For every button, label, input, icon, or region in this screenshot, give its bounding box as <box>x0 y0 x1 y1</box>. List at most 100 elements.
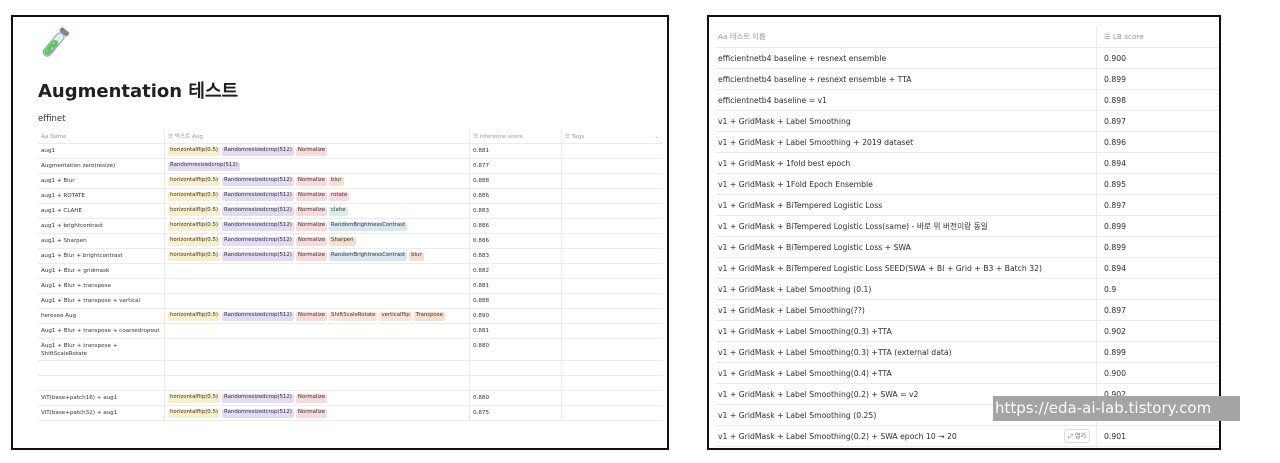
table-row[interactable]: Augmentation zero(resize) Randomresizedcr… <box>38 159 663 174</box>
row-lb-score[interactable]: 0.895 <box>1097 180 1126 189</box>
row-tags[interactable] <box>562 189 663 203</box>
row-test-name-cell[interactable]: v1 + GridMask + BiTempered Logistic Loss… <box>715 258 1097 278</box>
table-row[interactable]: Aug1 + Blur + transpose + vertical 0.888 <box>38 294 663 309</box>
row-aug-tags[interactable] <box>165 324 470 338</box>
row-lb-score[interactable]: 0.899 <box>1097 75 1126 84</box>
row-tags[interactable] <box>562 324 663 338</box>
row-tags[interactable] <box>562 279 663 293</box>
row-lb-score[interactable]: 0.899 <box>1097 243 1126 252</box>
col-header-tags[interactable]: ☰ Tags ⌄ <box>562 130 663 143</box>
row-aug-tags[interactable] <box>165 264 470 278</box>
row-aug-tags[interactable]: horizontalflip(0.5) Randomresizedcrop(512… <box>165 406 470 420</box>
row-lb-score[interactable]: 0.897 <box>1097 306 1126 315</box>
table-row[interactable]: v1 + GridMask + Label Smoothing 0.897 <box>715 111 1219 132</box>
row-name[interactable]: ViT(base+patch32) + aug1 <box>38 406 165 420</box>
row-name[interactable]: ViT(base+patch16) + aug1 <box>38 391 165 405</box>
row-aug-tags[interactable]: horizontalflip(0.5) Randomresizedcrop(512… <box>165 144 470 158</box>
row-inference-score[interactable]: 0.883 <box>470 249 562 263</box>
row-name[interactable]: aug1 <box>38 144 165 158</box>
row-inference-score[interactable]: 0.890 <box>470 309 562 323</box>
table-row[interactable]: aug1 + Sharpen horizontalflip(0.5) Randomr… <box>38 234 663 249</box>
table-row[interactable]: aug1 + brightcontrast horizontalflip(0.5)… <box>38 219 663 234</box>
row-aug-tags[interactable] <box>165 279 470 293</box>
table-row[interactable]: Aug1 + Blur + transpose + ShiftScaleRota… <box>38 339 663 361</box>
row-tags[interactable] <box>562 174 663 188</box>
table-row[interactable]: v1 + GridMask + Label Smoothing(0.2) + S… <box>715 426 1219 447</box>
row-test-name-cell[interactable]: efficientnetb4 baseline = v1 <box>715 90 1097 110</box>
col-header-aug[interactable]: ☰ 텍스트 Aug <box>165 130 470 143</box>
row-name[interactable]: aug1 + Sharpen <box>38 234 165 248</box>
row-tags[interactable] <box>562 249 663 263</box>
table-row[interactable]: v1 + GridMask + 1Fold Epoch Ensemble 0.89… <box>715 174 1219 195</box>
open-button[interactable]: ⤢ 열기 <box>1064 429 1090 443</box>
row-test-name-cell[interactable]: efficientnetb4 baseline + resnext ensemb… <box>715 69 1097 89</box>
table-row[interactable]: v1 + GridMask + 1fold best epoch 0.894 <box>715 153 1219 174</box>
row-aug-tags[interactable]: horizontalflip(0.5) Randomresizedcrop(512… <box>165 189 470 203</box>
table-row[interactable] <box>38 361 663 376</box>
table-row[interactable]: v1 + GridMask + Label Smoothing (0.1) 0.9 <box>715 279 1219 300</box>
table-row[interactable]: aug1 + ROTATE horizontalflip(0.5) Randomre… <box>38 189 663 204</box>
row-inference-score[interactable]: 0.880 <box>470 391 562 405</box>
row-tags[interactable] <box>562 294 663 308</box>
row-name[interactable]: aug1 + brightcontrast <box>38 219 165 233</box>
row-name[interactable]: aug1 + Blur + brightcontrast <box>38 249 165 263</box>
row-name[interactable]: aug1 + ROTATE <box>38 189 165 203</box>
row-aug-tags[interactable]: horizontalflip(0.5) Randomresizedcrop(512… <box>165 309 470 323</box>
row-inference-score[interactable]: 0.881 <box>470 144 562 158</box>
row-inference-score[interactable]: 0.888 <box>470 174 562 188</box>
row-name[interactable] <box>38 376 165 390</box>
col-header-lb-score[interactable]: ☰ LB score <box>1097 32 1144 41</box>
row-name[interactable]: heroseo Aug <box>38 309 165 323</box>
row-test-name-cell[interactable]: v1 + GridMask + Label Smoothing(0.2) + S… <box>715 426 1097 446</box>
row-inference-score[interactable]: 0.886 <box>470 234 562 248</box>
table-row[interactable]: v1 + GridMask + Label Smoothing(0.3) +TT… <box>715 321 1219 342</box>
row-name[interactable]: Aug1 + Blur + transpose + ShiftScaleRota… <box>38 339 165 360</box>
row-inference-score[interactable]: 0.881 <box>470 324 562 338</box>
chevron-down-icon[interactable]: ⌄ <box>654 133 659 141</box>
row-lb-score[interactable]: 0.900 <box>1097 369 1126 378</box>
row-tags[interactable] <box>562 144 663 158</box>
row-test-name-cell[interactable]: v1 + GridMask + 1fold best epoch <box>715 153 1097 173</box>
database-view-title[interactable]: effinet <box>38 114 65 124</box>
table-row[interactable]: heroseo Aug horizontalflip(0.5) Randomresi… <box>38 309 663 324</box>
col-header-name[interactable]: Aa Name <box>38 130 165 143</box>
row-lb-score[interactable]: 0.898 <box>1097 96 1126 105</box>
table-row[interactable]: v1 + GridMask + Label Smoothing(0.3) +TT… <box>715 342 1219 363</box>
row-lb-score[interactable]: 0.897 <box>1097 117 1126 126</box>
row-name[interactable]: Aug1 + Blur + gridmask <box>38 264 165 278</box>
row-tags[interactable] <box>562 219 663 233</box>
row-aug-tags[interactable] <box>165 361 470 375</box>
table-row[interactable]: efficientnetb4 baseline + resnext ensemb… <box>715 48 1219 69</box>
table-row[interactable]: v1 + GridMask + BiTempered Logistic Loss… <box>715 258 1219 279</box>
row-lb-score[interactable]: 0.902 <box>1097 327 1126 336</box>
row-lb-score[interactable]: 0.9 <box>1097 285 1116 294</box>
row-aug-tags[interactable]: horizontalflip(0.5) Randomresizedcrop(512… <box>165 234 470 248</box>
table-row[interactable]: v1 + GridMask + Label Smoothing + 2019 d… <box>715 132 1219 153</box>
row-test-name-cell[interactable]: v1 + GridMask + Label Smoothing <box>715 111 1097 131</box>
row-lb-score[interactable]: 0.897 <box>1097 201 1126 210</box>
row-name[interactable]: Aug1 + Blur + transpose + coarsedropout <box>38 324 165 338</box>
row-test-name-cell[interactable]: efficientnetb4 baseline + resnext ensemb… <box>715 48 1097 68</box>
table-row[interactable]: v1 + GridMask + BiTempered Logistic Loss… <box>715 216 1219 237</box>
row-tags[interactable] <box>562 234 663 248</box>
row-inference-score[interactable]: 0.883 <box>470 204 562 218</box>
row-inference-score[interactable]: 0.877 <box>470 159 562 173</box>
row-tags[interactable] <box>562 376 663 390</box>
row-inference-score[interactable]: 0.875 <box>470 406 562 420</box>
table-row[interactable]: aug1 horizontalflip(0.5) Randomresizedcrop… <box>38 144 663 159</box>
row-aug-tags[interactable]: horizontalflip(0.5) Randomresizedcrop(512… <box>165 391 470 405</box>
row-name[interactable]: aug1 + CLAHE <box>38 204 165 218</box>
row-aug-tags[interactable]: horizontalflip(0.5) Randomresizedcrop(512… <box>165 219 470 233</box>
row-tags[interactable] <box>562 264 663 278</box>
row-aug-tags[interactable] <box>165 294 470 308</box>
row-name[interactable]: Augmentation zero(resize) <box>38 159 165 173</box>
row-tags[interactable] <box>562 339 663 360</box>
row-tags[interactable] <box>562 204 663 218</box>
table-row[interactable]: efficientnetb4 baseline + resnext ensemb… <box>715 69 1219 90</box>
row-test-name-cell[interactable]: v1 + GridMask + Label Smoothing(0.4) +TT… <box>715 363 1097 383</box>
table-row[interactable]: v1 + GridMask + Label Smoothing(0.4) +TT… <box>715 363 1219 384</box>
row-lb-score[interactable]: 0.899 <box>1097 222 1126 231</box>
col-header-test-name[interactable]: Aa 테스트 이름 <box>715 26 1097 47</box>
row-inference-score[interactable]: 0.881 <box>470 279 562 293</box>
table-row[interactable]: ViT(base+patch32) + aug1 horizontalflip(0… <box>38 406 663 421</box>
